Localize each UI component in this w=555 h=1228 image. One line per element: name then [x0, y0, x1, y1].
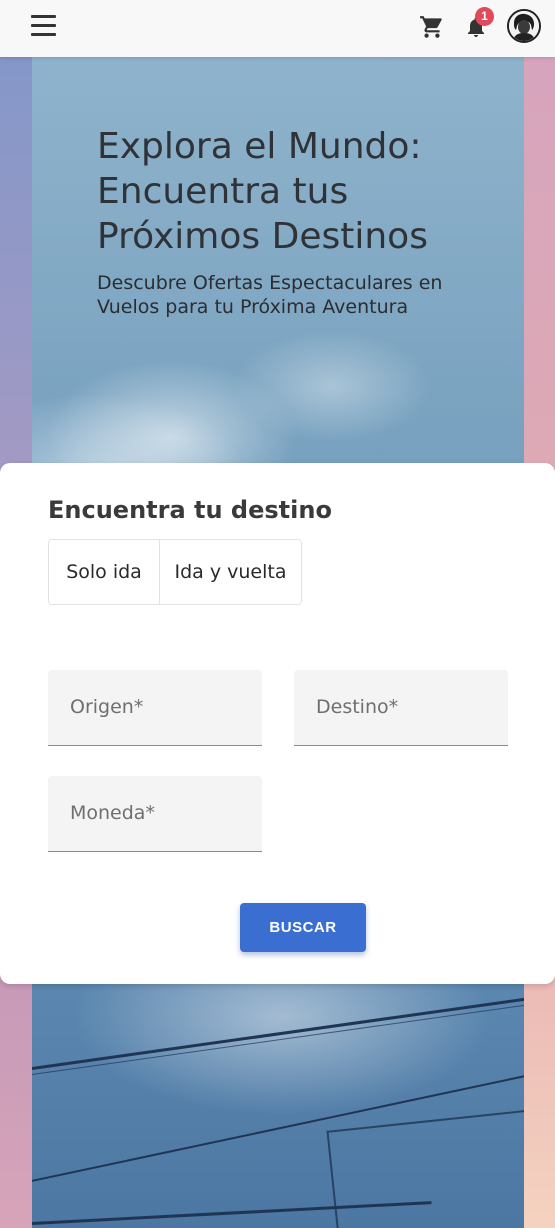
destination-field[interactable]: Destino*	[294, 670, 508, 746]
hero-subtitle: Descubre Ofertas Espectaculares en Vuelo…	[97, 272, 443, 318]
search-card-title: Encuentra tu destino	[48, 496, 332, 524]
trip-type-one-way[interactable]: Solo ida	[49, 540, 160, 604]
currency-field[interactable]: Moneda*	[48, 776, 262, 852]
menu-icon[interactable]	[31, 15, 56, 36]
flight-search-card: Encuentra tu destino Solo ida Ida y vuel…	[0, 463, 555, 984]
origin-field-label: Origen*	[70, 696, 144, 718]
hero-title: Explora el Mundo: Encuentra tus Próximos…	[97, 126, 428, 257]
destination-field-label: Destino*	[316, 696, 399, 718]
currency-field-label: Moneda*	[70, 802, 155, 824]
origin-field[interactable]: Origen*	[48, 670, 262, 746]
trip-type-round-trip[interactable]: Ida y vuelta	[160, 540, 301, 604]
cart-icon[interactable]	[419, 14, 445, 40]
search-button[interactable]: BUSCAR	[240, 903, 366, 952]
notification-badge: 1	[475, 7, 494, 26]
avatar-image	[509, 11, 539, 41]
trip-type-toggle: Solo ida Ida y vuelta	[48, 539, 302, 605]
top-app-bar: 1	[0, 0, 555, 57]
avatar[interactable]	[507, 9, 541, 43]
